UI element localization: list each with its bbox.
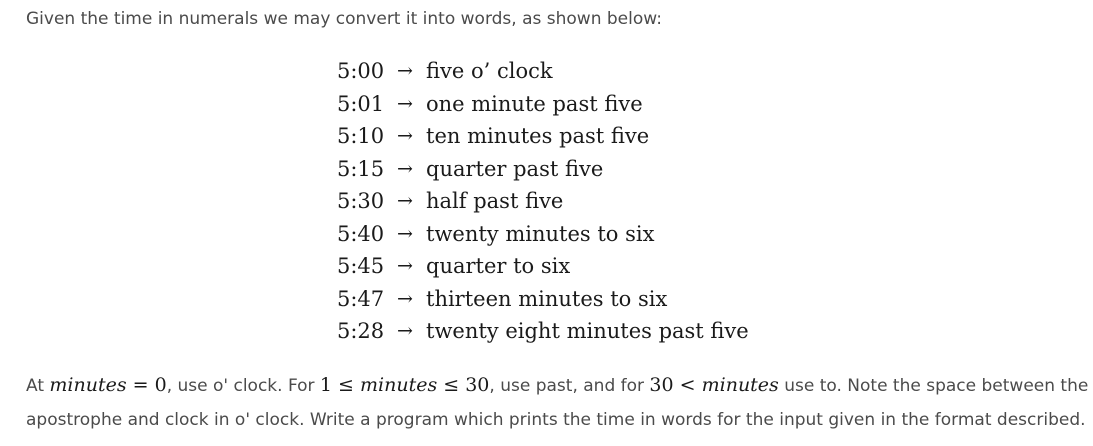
example-row: 5:15 → quarter past five [337, 155, 749, 188]
math-variable: minutes [701, 374, 779, 396]
example-words: five o’ clock [426, 59, 553, 83]
math-operator: 1 ≤ [319, 374, 361, 396]
right-arrow-icon: → [397, 320, 413, 342]
example-row: 5:01 → one minute past five [337, 90, 749, 123]
math-expression: minutes = 0 [49, 374, 166, 396]
example-time: 5:45 [337, 254, 385, 278]
example-row: 5:30 → half past five [337, 187, 749, 220]
example-row: 5:00 → five o’ clock [337, 57, 749, 90]
right-arrow-icon: → [397, 60, 413, 82]
math-operator: = 0 [126, 374, 167, 396]
math-operator: ≤ 30 [437, 374, 490, 396]
example-time: 5:28 [337, 319, 385, 343]
explanation-paragraph: At minutes = 0, use o' clock. For 1 ≤ mi… [26, 368, 1088, 437]
example-time: 5:01 [337, 91, 385, 116]
right-arrow-icon: → [397, 157, 413, 180]
example-time: 5:10 [337, 124, 385, 148]
right-arrow-icon: → [397, 222, 413, 245]
explanation-text: , use past, and for [489, 376, 650, 396]
math-expression: 1 ≤ minutes ≤ 30 [320, 374, 489, 396]
right-arrow-icon: → [397, 125, 413, 147]
example-row: 5:45 → quarter to six [337, 252, 749, 285]
example-row: 5:40 → twenty minutes to six [337, 220, 749, 253]
explanation-line-2: apostrophe and clock in o' clock. Write … [26, 410, 1086, 430]
example-words: thirteen minutes to six [426, 286, 668, 311]
right-arrow-icon: → [397, 287, 413, 310]
example-time: 5:47 [337, 286, 385, 311]
example-words: one minute past five [426, 91, 643, 116]
example-row: 5:28 → twenty eight minutes past five [337, 317, 749, 350]
example-time: 5:15 [337, 156, 385, 181]
right-arrow-icon: → [397, 190, 413, 212]
example-words: quarter past five [426, 156, 604, 181]
math-operator: 30 < [649, 374, 702, 396]
example-time: 5:00 [337, 59, 385, 83]
example-words: half past five [426, 189, 564, 213]
time-examples-table: 5:00 → five o’ clock 5:01 → one minute p… [337, 57, 749, 350]
example-words: twenty eight minutes past five [426, 319, 749, 343]
example-time: 5:30 [337, 189, 385, 213]
example-words: twenty minutes to six [426, 221, 655, 246]
explanation-line-1: At minutes = 0, use o' clock. For 1 ≤ mi… [26, 368, 1088, 403]
example-time: 5:40 [337, 221, 385, 246]
example-words: ten minutes past five [426, 124, 650, 148]
example-words: quarter to six [426, 254, 571, 278]
right-arrow-icon: → [397, 255, 413, 277]
example-row: 5:10 → ten minutes past five [337, 122, 749, 155]
explanation-text: use to. Note the space between the [778, 376, 1089, 396]
explanation-text: At [26, 376, 50, 396]
right-arrow-icon: → [397, 92, 413, 115]
intro-text: Given the time in numerals we may conver… [26, 9, 662, 29]
explanation-text: , use o' clock. For [166, 376, 320, 396]
example-row: 5:47 → thirteen minutes to six [337, 285, 749, 318]
math-variable: minutes [49, 374, 127, 396]
math-expression: 30 < minutes [649, 374, 778, 396]
math-variable: minutes [360, 374, 438, 396]
